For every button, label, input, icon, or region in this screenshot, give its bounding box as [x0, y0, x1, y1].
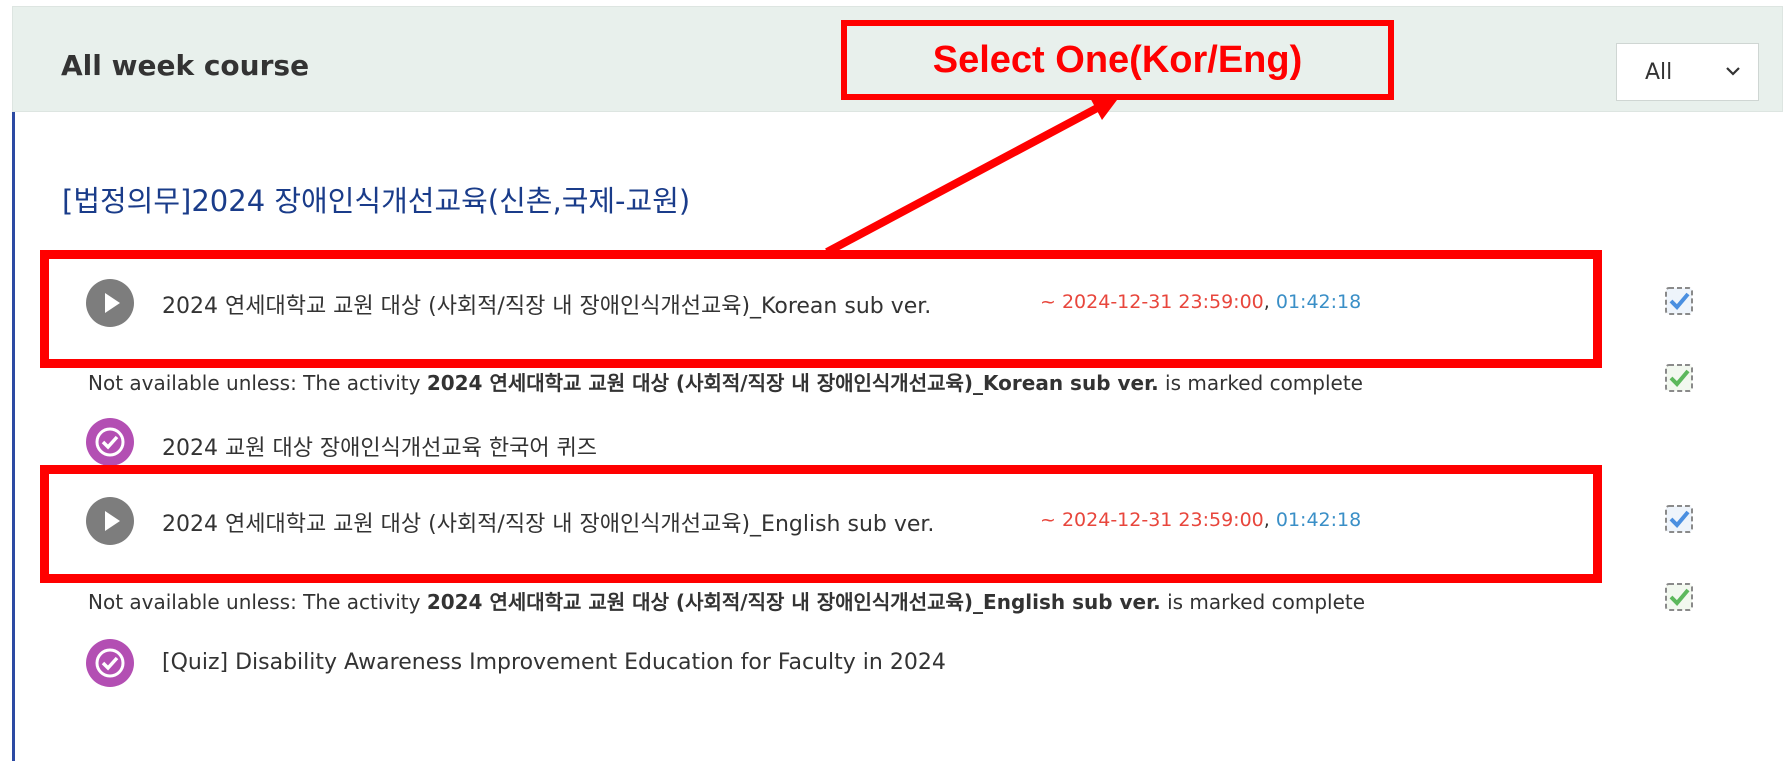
course-page: All week course All [법정의무]2024 장애인식개선교육(… — [0, 0, 1785, 761]
annotation-callout: Select One(Kor/Eng) — [841, 20, 1394, 100]
callout-text: Select One(Kor/Eng) — [932, 39, 1303, 81]
annotation-arrow-icon — [825, 94, 1120, 256]
